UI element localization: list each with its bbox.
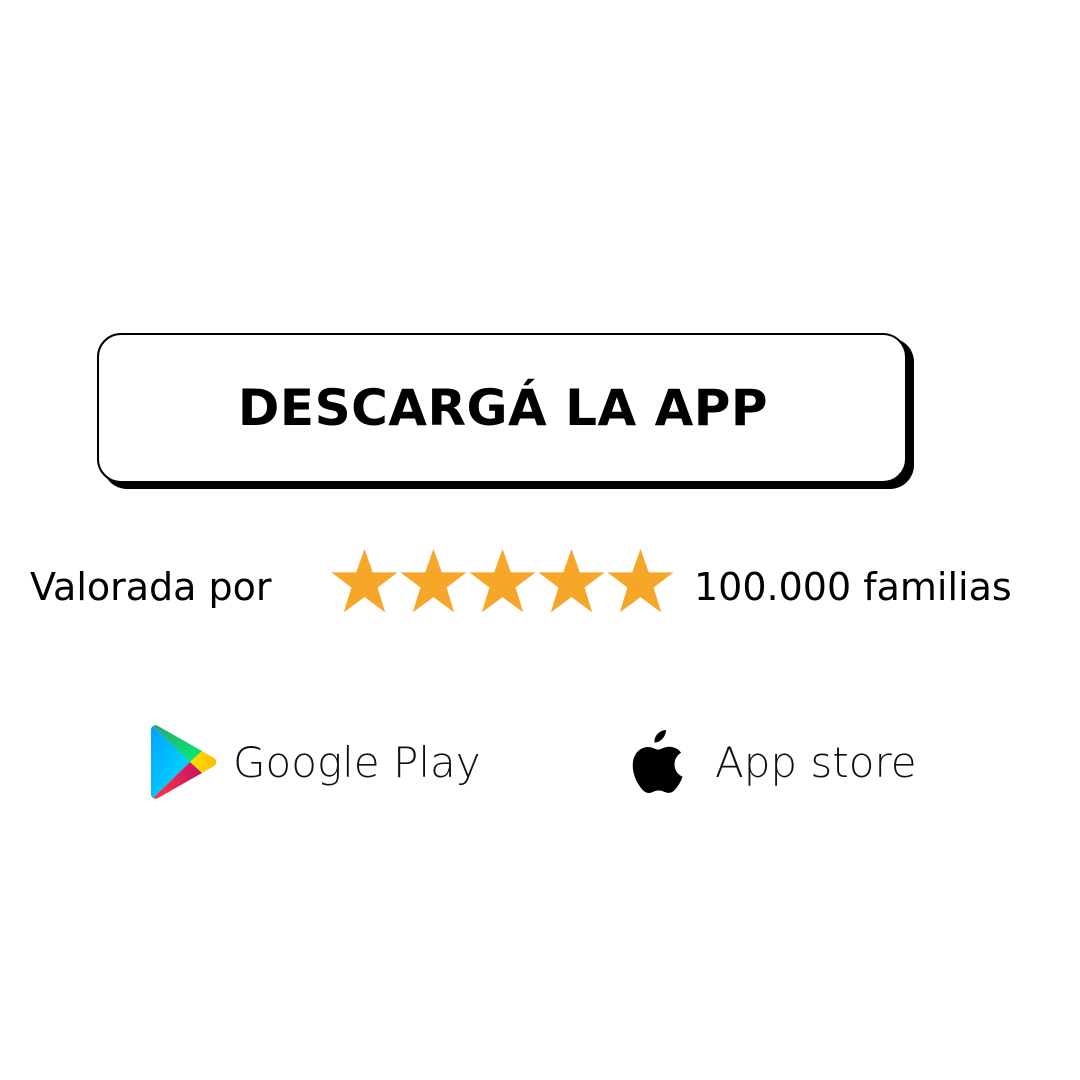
star-icon [469, 548, 536, 613]
download-app-button[interactable]: DESCARGÁ LA APP [97, 333, 907, 483]
app-store-label: App store [715, 737, 917, 787]
star-icon [607, 548, 674, 613]
rating-prefix-text: Valorada por [30, 565, 272, 609]
star-rating [330, 546, 675, 618]
app-store-link[interactable]: App store [628, 722, 917, 802]
download-app-label: DESCARGÁ LA APP [237, 379, 769, 437]
apple-icon [632, 730, 683, 794]
star-icon [331, 548, 398, 613]
google-play-label: Google Play [233, 737, 481, 787]
rating-suffix-text: 100.000 familias [694, 565, 1012, 609]
rating-row: Valorada por 100.000 familias [0, 540, 1080, 630]
google-play-link[interactable]: Google Play [150, 722, 481, 802]
star-icon [400, 548, 467, 613]
google-play-icon [151, 725, 217, 799]
star-icon [538, 548, 605, 613]
